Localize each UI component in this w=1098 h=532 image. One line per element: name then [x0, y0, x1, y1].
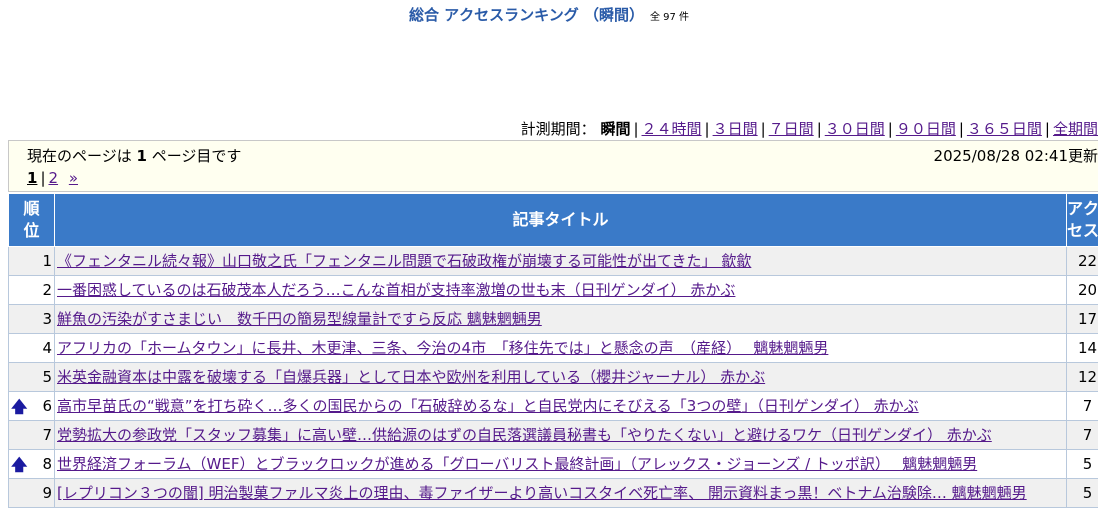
rank-number: 5: [42, 368, 52, 386]
access-count: 12: [1066, 362, 1098, 392]
article-title-link[interactable]: 高市早苗氏の“戦意”を打ち砕く…多くの国民からの「石破辞めるな」と自民党内にそび…: [57, 397, 919, 415]
period-label: 計測期間：: [520, 120, 596, 138]
title-cell: [レプリコン３つの闇] 明治製菓ファルマ炎上の理由、毒ファイザーより高いコスタイ…: [54, 478, 1067, 508]
table-row: 2 一番困惑しているのは石破茂本人だろう…こんな首相が支持率激増の世も末（日刊ゲン…: [8, 275, 1098, 305]
rank-up-arrow-icon: 🡅: [11, 455, 28, 474]
article-title-link[interactable]: 米英金融資本は中露を破壊する「自爆兵器」として日本や欧州を利用している（櫻井ジャ…: [57, 368, 765, 386]
pager-next[interactable]: »: [69, 169, 78, 187]
ranking-title: 総合 アクセスランキング （瞬間）: [408, 6, 644, 24]
rank-number: 8: [42, 455, 52, 473]
table-header: 順位 記事タイトル アクセス: [8, 193, 1098, 247]
period-link-365d[interactable]: ３６５日間: [967, 120, 1042, 138]
article-title-link[interactable]: 世界経済フォーラム（WEF）とブラックロックが進める「グローバリスト最終計画」（…: [57, 455, 977, 473]
pager-page-2[interactable]: 2: [49, 169, 59, 187]
rank-number: 3: [42, 310, 52, 328]
period-selector: 計測期間： 瞬間 | ２４時間 | ３日間 | ７日間 | ３０日間 | ９０日間 | ３６５日間 | 全期…: [520, 120, 1098, 138]
article-title-link[interactable]: 《フェンタニル続々報》山口敬之氏「フェンタニル問題で石破政権が崩壊する可能性が出…: [57, 252, 751, 270]
rank-cell: 3: [8, 304, 55, 334]
table-row: 🡅 8 世界経済フォーラム（WEF）とブラックロックが進める「グローバリスト最終計画…: [8, 449, 1098, 479]
title-cell: 米英金融資本は中露を破壊する「自爆兵器」として日本や欧州を利用している（櫻井ジャ…: [54, 362, 1067, 392]
article-title-link[interactable]: 一番困惑しているのは石破茂本人だろう…こんな首相が支持率激増の世も末（日刊ゲンダ…: [57, 281, 735, 299]
rank-cell: 2: [8, 275, 55, 305]
title-cell: 《フェンタニル続々報》山口敬之氏「フェンタニル問題で石破政権が崩壊する可能性が出…: [54, 246, 1067, 276]
period-link-7d[interactable]: ７日間: [769, 120, 814, 138]
table-row: 4 アフリカの「ホームタウン」に長井、木更津、三条、今治の4市 「移住先では」と懸…: [8, 333, 1098, 363]
article-title-link[interactable]: 鮮魚の汚染がすさまじい 数千円の簡易型線量計ですら反応 魑魅魍魎男: [57, 310, 542, 328]
page-info-box: 現在のページは 1 ページ目です 2025/08/28 02:41更新 1 | 2 …: [8, 140, 1098, 192]
rank-number: 6: [42, 397, 52, 415]
pager-current: 1: [27, 169, 38, 187]
access-count: 5: [1066, 478, 1098, 508]
access-count: 7: [1066, 391, 1098, 421]
table-row: 7 党勢拡大の参政党「スタッフ募集」に高い壁…供給源のはずの自民落選議員秘書も「や…: [8, 420, 1098, 450]
article-title-link[interactable]: [レプリコン３つの闇] 明治製菓ファルマ炎上の理由、毒ファイザーより高いコスタイ…: [57, 484, 1027, 502]
col-access: アクセス: [1066, 193, 1098, 247]
rank-number: 4: [42, 339, 52, 357]
title-cell: アフリカの「ホームタウン」に長井、木更津、三条、今治の4市 「移住先では」と懸念…: [54, 333, 1067, 363]
title-cell: 高市早苗氏の“戦意”を打ち砕く…多くの国民からの「石破辞めるな」と自民党内にそび…: [54, 391, 1067, 421]
period-current: 瞬間: [600, 120, 631, 138]
updated-timestamp: 2025/08/28 02:41更新: [933, 147, 1098, 165]
title-cell: 党勢拡大の参政党「スタッフ募集」に高い壁…供給源のはずの自民落選議員秘書も「やり…: [54, 420, 1067, 450]
rank-cell: 5: [8, 362, 55, 392]
rank-cell: 7: [8, 420, 55, 450]
rank-cell: 🡅 6: [8, 391, 55, 421]
rank-number: 7: [42, 426, 52, 444]
access-count: 14: [1066, 333, 1098, 363]
access-count: 7: [1066, 420, 1098, 450]
access-count: 22: [1066, 246, 1098, 276]
rank-number: 9: [42, 484, 52, 502]
article-title-link[interactable]: アフリカの「ホームタウン」に長井、木更津、三条、今治の4市 「移住先では」と懸念…: [57, 339, 828, 357]
title-cell: 一番困惑しているのは石破茂本人だろう…こんな首相が支持率激増の世も末（日刊ゲンダ…: [54, 275, 1067, 305]
table-row: 9 [レプリコン３つの闇] 明治製菓ファルマ炎上の理由、毒ファイザーより高いコスタ…: [8, 478, 1098, 508]
title-cell: 鮮魚の汚染がすさまじい 数千円の簡易型線量計ですら反応 魑魅魍魎男: [54, 304, 1067, 334]
rank-number: 1: [42, 252, 52, 270]
col-rank: 順位: [8, 193, 55, 247]
current-page-text: 現在のページは 1 ページ目です: [27, 145, 241, 166]
period-link-all[interactable]: 全期間: [1053, 120, 1098, 138]
page-title: 総合 アクセスランキング （瞬間） 全 97 件: [0, 4, 1098, 25]
table-row: 3 鮮魚の汚染がすさまじい 数千円の簡易型線量計ですら反応 魑魅魍魎男 17: [8, 304, 1098, 334]
rank-cell: 🡅 8: [8, 449, 55, 479]
table-row: 5 米英金融資本は中露を破壊する「自爆兵器」として日本や欧州を利用している（櫻井ジ…: [8, 362, 1098, 392]
article-title-link[interactable]: 党勢拡大の参政党「スタッフ募集」に高い壁…供給源のはずの自民落選議員秘書も「やり…: [57, 426, 992, 444]
current-page-number: 1: [136, 147, 147, 165]
period-link-30d[interactable]: ３０日間: [825, 120, 885, 138]
table-row: 🡅 6 高市早苗氏の“戦意”を打ち砕く…多くの国民からの「石破辞めるな」と自民党内に…: [8, 391, 1098, 421]
rank-up-arrow-icon: 🡅: [11, 397, 28, 416]
total-count: 全 97 件: [649, 12, 690, 23]
table-row: 1 《フェンタニル続々報》山口敬之氏「フェンタニル問題で石破政権が崩壊する可能性が…: [8, 246, 1098, 276]
ranking-table: 順位 記事タイトル アクセス 1 《フェンタニル続々報》山口敬之氏「フェンタニル問…: [8, 193, 1098, 508]
period-link-3d[interactable]: ３日間: [713, 120, 758, 138]
current-page-post: ページ目です: [151, 147, 242, 165]
title-cell: 世界経済フォーラム（WEF）とブラックロックが進める「グローバリスト最終計画」（…: [54, 449, 1067, 479]
current-page-pre: 現在のページは: [27, 147, 132, 165]
period-link-24h[interactable]: ２４時間: [642, 120, 702, 138]
access-count: 20: [1066, 275, 1098, 305]
rank-number: 2: [42, 281, 52, 299]
pagination: 1 | 2 »: [27, 169, 78, 187]
rank-cell: 1: [8, 246, 55, 276]
rank-cell: 9: [8, 478, 55, 508]
period-link-90d[interactable]: ９０日間: [896, 120, 956, 138]
pager-separator: |: [40, 169, 46, 187]
access-count: 17: [1066, 304, 1098, 334]
col-title: 記事タイトル: [54, 193, 1067, 247]
access-count: 5: [1066, 449, 1098, 479]
rank-cell: 4: [8, 333, 55, 363]
